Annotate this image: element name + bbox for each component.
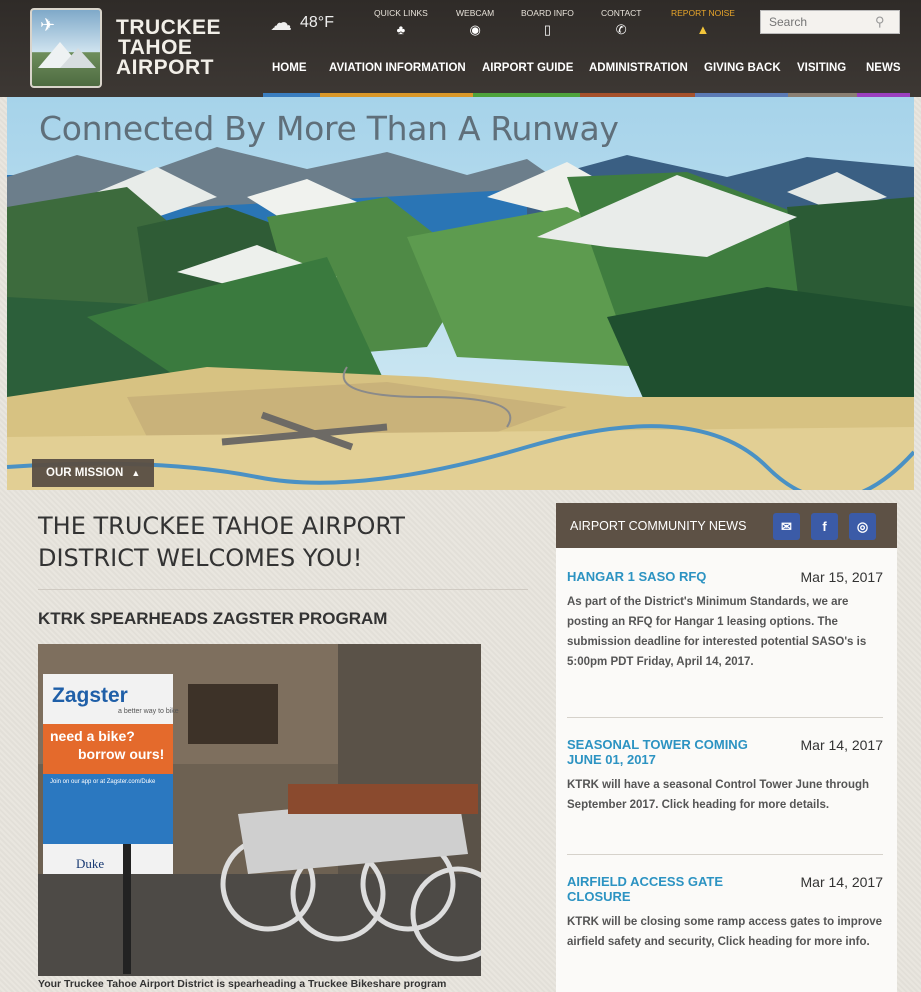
nav-airport-guide[interactable]: AIRPORT GUIDE bbox=[482, 62, 573, 74]
airplane-icon: ✈ bbox=[40, 15, 56, 35]
weather-widget: ☁ 48°F bbox=[270, 10, 334, 36]
news-item: SEASONAL TOWER COMING JUNE 01, 2017 Mar … bbox=[567, 737, 883, 815]
hero-title: Connected By More Than A Runway bbox=[39, 109, 619, 148]
hero-banner: Connected By More Than A Runway OUR MISS… bbox=[7, 97, 914, 490]
search-box: ⚲ bbox=[760, 10, 900, 34]
webcam-icon: ◉ bbox=[469, 22, 481, 37]
news-separator bbox=[567, 717, 883, 718]
news-heading: AIRPORT COMMUNITY NEWS bbox=[570, 518, 747, 533]
report-noise-button[interactable]: REPORT NOISE ▲ bbox=[671, 8, 735, 37]
news-item: HANGAR 1 SASO RFQ Mar 15, 2017 As part o… bbox=[567, 569, 883, 672]
sign-headline-1: need a bike? bbox=[50, 728, 135, 744]
news-item-title[interactable]: SEASONAL TOWER COMING JUNE 01, 2017 bbox=[567, 737, 757, 767]
webcam-label: WEBCAM bbox=[456, 8, 495, 18]
sign-headline-2: borrow ours! bbox=[78, 746, 165, 762]
nav-giving-back[interactable]: GIVING BACK bbox=[704, 62, 781, 74]
nav-home[interactable]: HOME bbox=[272, 62, 307, 74]
search-input[interactable] bbox=[761, 11, 871, 33]
sign-tagline: a better way to bike bbox=[118, 708, 179, 715]
hero-illustration bbox=[7, 97, 914, 490]
report-noise-label: REPORT NOISE bbox=[671, 8, 735, 18]
nav-news[interactable]: NEWS bbox=[866, 62, 901, 74]
chevron-up-icon: ▲ bbox=[131, 468, 141, 478]
site-header: ✈ TRUCKEE TAHOE AIRPORT ☁ 48°F QUICK LIN… bbox=[0, 0, 921, 97]
news-item-date: Mar 14, 2017 bbox=[800, 874, 884, 890]
sign-university: Duke bbox=[76, 856, 105, 871]
news-item-date: Mar 14, 2017 bbox=[800, 737, 884, 753]
search-icon[interactable]: ⚲ bbox=[875, 14, 885, 30]
our-mission-button[interactable]: OUR MISSION ▲ bbox=[32, 459, 155, 487]
cloud-icon: ☁ bbox=[270, 10, 292, 35]
temperature: 48°F bbox=[300, 14, 334, 31]
our-mission-label: OUR MISSION bbox=[46, 467, 124, 479]
webcam-button[interactable]: WEBCAM ◉ bbox=[456, 8, 494, 38]
nav-administration[interactable]: ADMINISTRATION bbox=[589, 62, 688, 74]
welcome-line-1: THE TRUCKEE TAHOE AIRPORT bbox=[38, 512, 405, 540]
news-item-title[interactable]: AIRFIELD ACCESS GATE CLOSURE bbox=[567, 874, 757, 904]
section-divider bbox=[38, 589, 528, 590]
news-item-title[interactable]: HANGAR 1 SASO RFQ bbox=[567, 569, 757, 584]
board-info-button[interactable]: BOARD INFO ▯ bbox=[521, 8, 574, 38]
contact-label: CONTACT bbox=[601, 8, 642, 18]
phone-icon: ✆ bbox=[615, 22, 627, 37]
welcome-line-2: DISTRICT WELCOMES YOU! bbox=[38, 544, 363, 572]
board-info-label: BOARD INFO bbox=[521, 8, 574, 18]
document-icon: ▯ bbox=[543, 22, 552, 37]
zagster-photo[interactable]: Zagster a better way to bike need a bike… bbox=[38, 644, 481, 976]
facebook-icon[interactable]: f bbox=[811, 513, 838, 540]
logo-line-1: TRUCKEE bbox=[116, 16, 222, 39]
logo-line-2: TAHOE bbox=[118, 36, 193, 59]
news-item: AIRFIELD ACCESS GATE CLOSURE Mar 14, 201… bbox=[567, 874, 883, 952]
quick-links-button[interactable]: QUICK LINKS ♣ bbox=[374, 8, 428, 37]
nav-visiting[interactable]: VISITING bbox=[797, 62, 846, 74]
news-item-body: As part of the District's Minimum Standa… bbox=[567, 596, 867, 668]
news-item-body: KTRK will have a seasonal Control Tower … bbox=[567, 779, 870, 811]
news-separator bbox=[567, 854, 883, 855]
article-title[interactable]: KTRK SPEARHEADS ZAGSTER PROGRAM bbox=[38, 609, 387, 629]
welcome-heading: THE TRUCKEE TAHOE AIRPORT DISTRICT WELCO… bbox=[38, 510, 528, 574]
sign-brand: Zagster bbox=[52, 684, 128, 707]
news-header: AIRPORT COMMUNITY NEWS ✉ f ◎ bbox=[556, 503, 897, 548]
sign-join: Join on our app or at Zagster.com/Duke bbox=[50, 779, 156, 785]
community-news-panel: AIRPORT COMMUNITY NEWS ✉ f ◎ HANGAR 1 SA… bbox=[556, 503, 897, 992]
quick-links-label: QUICK LINKS bbox=[374, 8, 428, 18]
contact-button[interactable]: CONTACT ✆ bbox=[601, 8, 641, 38]
news-item-body: KTRK will be closing some ramp access ga… bbox=[567, 916, 883, 948]
warning-icon: ▲ bbox=[696, 22, 710, 37]
nav-aviation-information[interactable]: AVIATION INFORMATION bbox=[329, 62, 466, 74]
email-icon[interactable]: ✉ bbox=[773, 513, 800, 540]
sitemap-icon: ♣ bbox=[396, 22, 406, 37]
photo-caption: Your Truckee Tahoe Airport District is s… bbox=[38, 978, 447, 990]
news-item-date: Mar 15, 2017 bbox=[800, 569, 884, 585]
instagram-icon[interactable]: ◎ bbox=[849, 513, 876, 540]
main-nav: HOME AVIATION INFORMATION AIRPORT GUIDE … bbox=[0, 62, 921, 82]
